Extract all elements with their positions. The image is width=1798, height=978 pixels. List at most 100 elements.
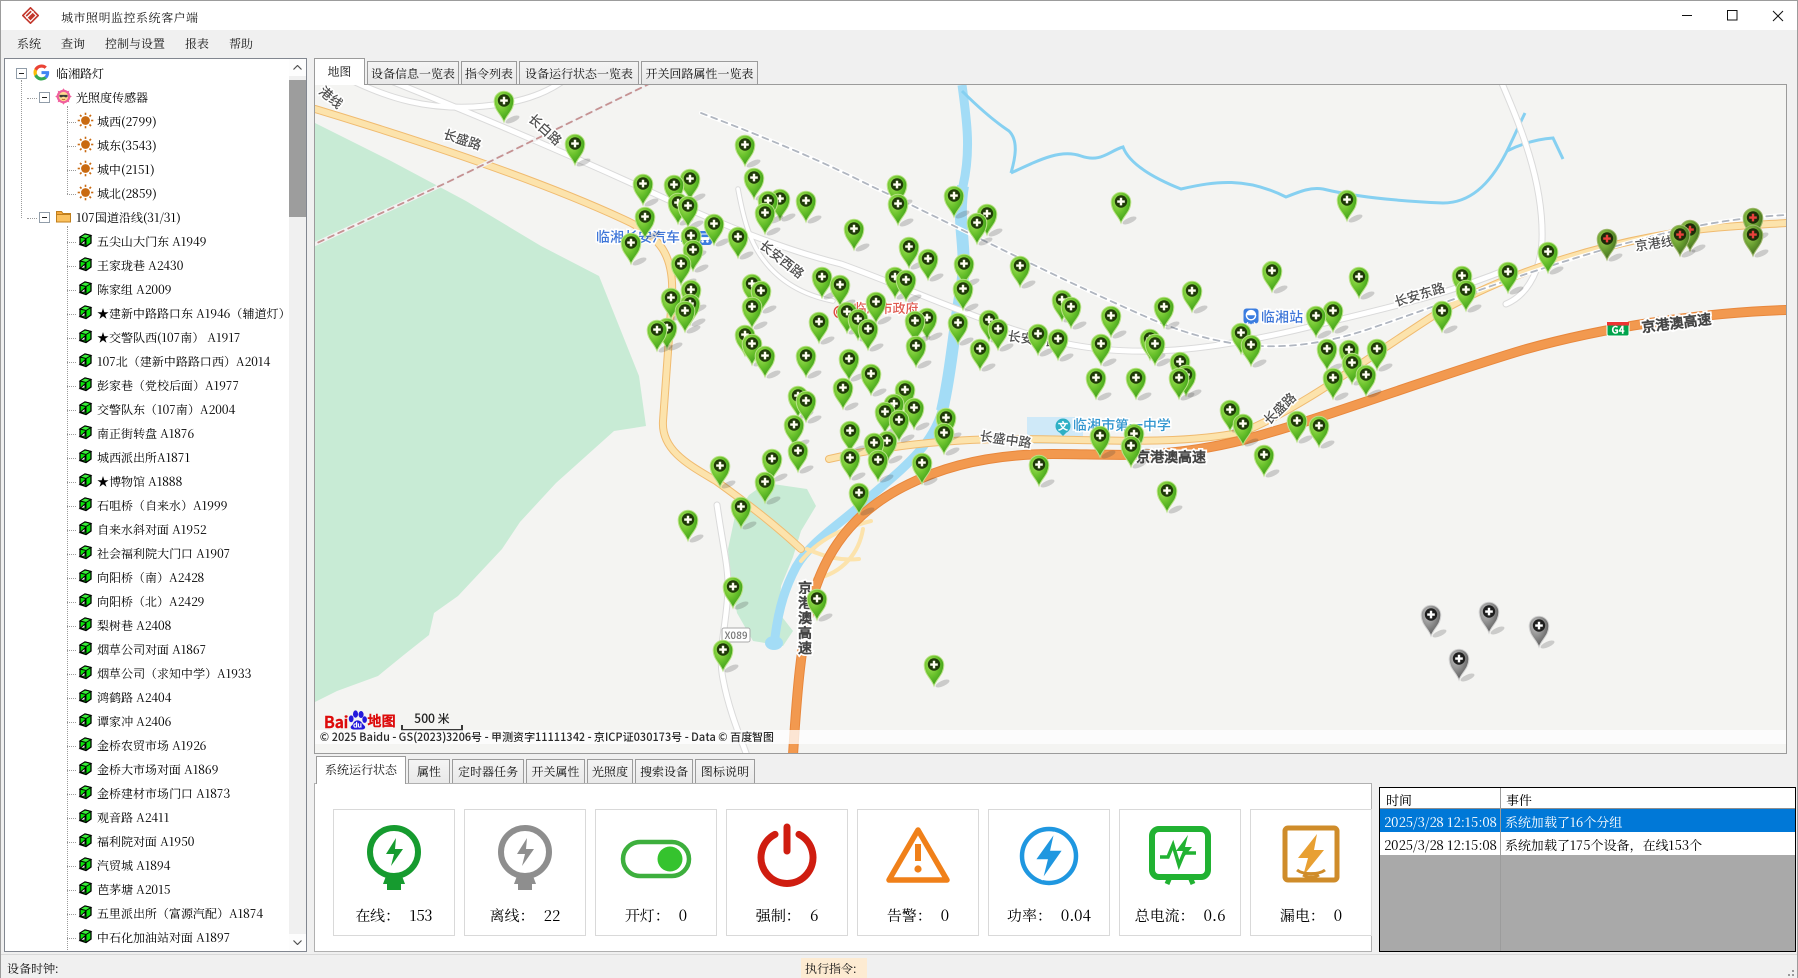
tree-item-device[interactable]: 石咀桥（自来水）A1999 <box>5 494 288 518</box>
tree-expander[interactable] <box>39 92 50 103</box>
tree-item-device[interactable] <box>5 950 288 952</box>
tree-item-device[interactable]: 107北（建新中路路口西）A2014 <box>5 350 288 374</box>
bottom-tab-1[interactable]: 属性 <box>408 759 450 783</box>
map-viewport[interactable]: 港线长盛路长白路长安中路长安西路长安东路京港线长盛中路长盛路京港澳高速京港澳高速… <box>315 85 1786 753</box>
menu-item-2[interactable]: 控制与设置 <box>105 35 165 52</box>
tree-expander[interactable] <box>16 68 27 79</box>
tree-item-device[interactable]: 陈家组 A2009 <box>5 278 288 302</box>
bottom-tab-2[interactable]: 定时器任务 <box>452 759 524 783</box>
tree-item-device[interactable]: 南正街转盘 A1876 <box>5 422 288 446</box>
tree-item-device[interactable]: ★建新中路路口东 A1946（辅道灯） <box>5 302 288 326</box>
tree-item-device[interactable]: 烟草公司对面 A1867 <box>5 638 288 662</box>
tree-item-device[interactable]: 向阳桥（南）A2428 <box>5 566 288 590</box>
minimize-icon <box>1682 10 1693 21</box>
close-icon <box>1772 10 1784 22</box>
resize-grip[interactable] <box>1785 967 1795 977</box>
tree-item-label: 谭家冲 A2406 <box>97 715 171 729</box>
tree-item-device[interactable]: 社会福利院大门口 A1907 <box>5 542 288 566</box>
card-value: 6 <box>810 905 818 926</box>
tree-item-device[interactable]: 向阳桥（北）A2429 <box>5 590 288 614</box>
scroll-up-button[interactable] <box>289 59 306 76</box>
tree-item[interactable]: 城西(2799) <box>5 110 288 134</box>
tree-item-device[interactable]: 鸿鹤路 A2404 <box>5 686 288 710</box>
tree-expander[interactable] <box>39 212 50 223</box>
tree-item-device[interactable]: 交警队东（107南）A2004 <box>5 398 288 422</box>
bulb-green-icon <box>356 820 432 898</box>
tree-item-device[interactable]: ★交警队西(107南） A1917 <box>5 326 288 350</box>
tree-item-device[interactable]: 汽贸城 A1894 <box>5 854 288 878</box>
event-row[interactable]: 2025/3/28 12:15:08系统加载了16个分组 <box>1380 809 1795 832</box>
tree-item-device[interactable]: 城西派出所A1871 <box>5 446 288 470</box>
device-icon <box>77 760 94 777</box>
bottom-tab-6[interactable]: 图标说明 <box>695 759 755 783</box>
device-icon <box>77 568 94 585</box>
tree-item[interactable]: 107国道沿线(31/31) <box>5 206 288 230</box>
tree-item-label: 观音路 A2411 <box>97 811 169 825</box>
menu-item-3[interactable]: 报表 <box>185 35 209 52</box>
scrollbar-thumb[interactable] <box>289 80 306 217</box>
status-card-meter-green: 总电流：0.6 <box>1119 809 1241 936</box>
tree-item-device[interactable]: 福利院对面 A1950 <box>5 830 288 854</box>
scroll-down-button[interactable] <box>289 934 306 951</box>
main-tab-4[interactable]: 开关回路属性一览表 <box>641 61 758 84</box>
device-icon <box>77 448 94 465</box>
minimize-button[interactable] <box>1665 1 1710 30</box>
column-header-time[interactable]: 时间 <box>1386 790 1412 809</box>
bottom-tab-3[interactable]: 开关属性 <box>526 759 585 783</box>
tree-item[interactable]: 光照度传感器 <box>5 86 288 110</box>
bottom-tab-4[interactable]: 光照度 <box>587 759 633 783</box>
maximize-icon <box>1727 10 1738 21</box>
tree-item-device[interactable]: 金桥大市场对面 A1869 <box>5 758 288 782</box>
tree-item-device[interactable]: 烟草公司（求知中学）A1933 <box>5 662 288 686</box>
baidu-map[interactable]: 港线长盛路长白路长安中路长安西路长安东路京港线长盛中路长盛路京港澳高速京港澳高速… <box>315 85 1786 753</box>
device-icon <box>77 400 94 417</box>
main-tab-1[interactable]: 设备信息一览表 <box>367 61 459 84</box>
status-card-leak-orange: 漏电：0 <box>1250 809 1372 936</box>
tree-item[interactable]: 城东(3543) <box>5 134 288 158</box>
maximize-button[interactable] <box>1710 1 1755 30</box>
tree-item[interactable]: 城北(2859) <box>5 182 288 206</box>
tree-item-device[interactable]: 彭家巷（党校后面）A1977 <box>5 374 288 398</box>
main-tab-3[interactable]: 设备运行状态一览表 <box>519 61 639 84</box>
baidu-logo: Bai du 地图 <box>324 709 395 729</box>
tree-scrollbar[interactable] <box>289 59 306 951</box>
road-badge-X089: X089 <box>722 627 750 642</box>
tree-item-label: 汽贸城 A1894 <box>97 859 170 873</box>
close-button[interactable] <box>1755 1 1798 30</box>
menu-item-0[interactable]: 系统 <box>17 35 41 52</box>
tree-item-device[interactable]: 王家珑巷 A2430 <box>5 254 288 278</box>
tree-item-label: 金桥建材市场门口 A1873 <box>97 787 230 801</box>
column-header-event[interactable]: 事件 <box>1506 790 1532 809</box>
main-tab-2[interactable]: 指令列表 <box>461 61 517 84</box>
tree-item-device[interactable]: 中石化加油站对面 A1897 <box>5 926 288 950</box>
main-tab-0[interactable]: 地图 <box>314 58 365 85</box>
event-table-header: 时间 事件 <box>1380 788 1795 809</box>
tree-item-device[interactable]: 观音路 A2411 <box>5 806 288 830</box>
tree-item-device[interactable]: 芭茅塘 A2015 <box>5 878 288 902</box>
tree-item-device[interactable]: 谭家冲 A2406 <box>5 710 288 734</box>
tree-item-device[interactable]: 梨树巷 A2408 <box>5 614 288 638</box>
tree-item-device[interactable]: 金桥农贸市场 A1926 <box>5 734 288 758</box>
tree-item-device[interactable]: 五尖山大门东 A1949 <box>5 230 288 254</box>
tree-item-device[interactable]: 金桥建材市场门口 A1873 <box>5 782 288 806</box>
card-value: 0.6 <box>1204 905 1226 926</box>
device-icon <box>77 928 94 945</box>
tree-item-device[interactable]: 五里派出所（富源汽配）A1874 <box>5 902 288 926</box>
bottom-tab-0[interactable]: 系统运行状态 <box>316 756 406 784</box>
device-icon <box>77 616 94 633</box>
card-value: 0 <box>941 905 949 926</box>
event-row[interactable]: 2025/3/28 12:15:08系统加载了175个设备，在线153个 <box>1380 832 1795 855</box>
tree-item[interactable]: 城中(2151) <box>5 158 288 182</box>
tree-item-label: 福利院对面 A1950 <box>97 835 194 849</box>
tree-item-device[interactable]: ★博物馆 A1888 <box>5 470 288 494</box>
menu-item-4[interactable]: 帮助 <box>229 35 253 52</box>
sun-face-icon <box>55 88 72 105</box>
sun-icon <box>77 112 94 129</box>
meter-green-icon <box>1142 820 1218 898</box>
menu-item-1[interactable]: 查询 <box>61 35 85 52</box>
status-card-bolt-circle-blue: 功率：0.04 <box>988 809 1110 936</box>
event-log-table[interactable]: 时间 事件 2025/3/28 12:15:08系统加载了16个分组2025/3… <box>1379 787 1796 952</box>
bottom-tab-5[interactable]: 搜索设备 <box>635 759 693 783</box>
tree-item-device[interactable]: 自来水斜对面 A1952 <box>5 518 288 542</box>
tree-item[interactable]: 临湘路灯 <box>5 62 288 86</box>
